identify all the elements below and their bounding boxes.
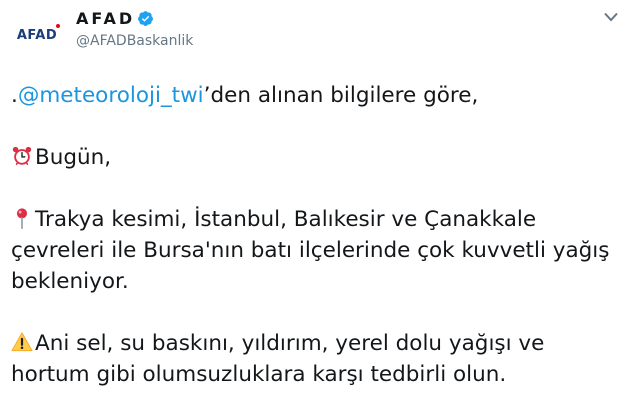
today-text: Bugün, [35, 145, 112, 170]
caution-line-1: Ani sel, su baskını, yıldırım, yerel dol… [35, 331, 545, 356]
logo-accent [56, 23, 61, 28]
caution-paragraph: Ani sel, su baskını, yıldırım, yerel dol… [11, 328, 631, 390]
intro-prefix: . [11, 83, 18, 108]
chevron-down-icon[interactable] [604, 12, 618, 22]
warning-line-2: çevreleri ile Bursa'nın batı ilçelerinde… [11, 238, 610, 263]
avatar-logo-text: AFAD [16, 27, 58, 43]
alarm-clock-icon [12, 146, 32, 165]
warning-line-1: Trakya kesimi, İstanbul, Balıkesir ve Ça… [35, 207, 537, 232]
display-name-text: AFAD [76, 9, 136, 28]
round-pushpin-icon [16, 208, 28, 229]
today-paragraph: Bugün, [11, 142, 631, 173]
intro-suffix: ’den alınan bilgilere göre, [203, 83, 479, 108]
verified-badge-icon [138, 11, 154, 26]
warning-line-3: bekleniyor. [11, 269, 129, 294]
warning-paragraph: Trakya kesimi, İstanbul, Balıkesir ve Ça… [11, 204, 631, 297]
avatar[interactable]: AFAD [10, 8, 64, 62]
warning-sign-icon [11, 332, 33, 352]
account-handle[interactable]: @AFADBaskanlik [76, 33, 193, 49]
tweet-text: .@meteoroloji_twi’den alınan bilgilere g… [11, 80, 631, 390]
tweet-header: AFAD AFAD @AFADBaskanlik [0, 0, 640, 60]
display-name[interactable]: AFAD [76, 9, 154, 28]
intro-paragraph: .@meteoroloji_twi’den alınan bilgilere g… [11, 80, 631, 111]
afad-logo: AFAD [16, 23, 61, 43]
caution-line-2: hortum gibi olumsuzluklara karşı tedbirl… [11, 362, 507, 387]
mention-link[interactable]: @meteoroloji_twi [18, 83, 204, 108]
